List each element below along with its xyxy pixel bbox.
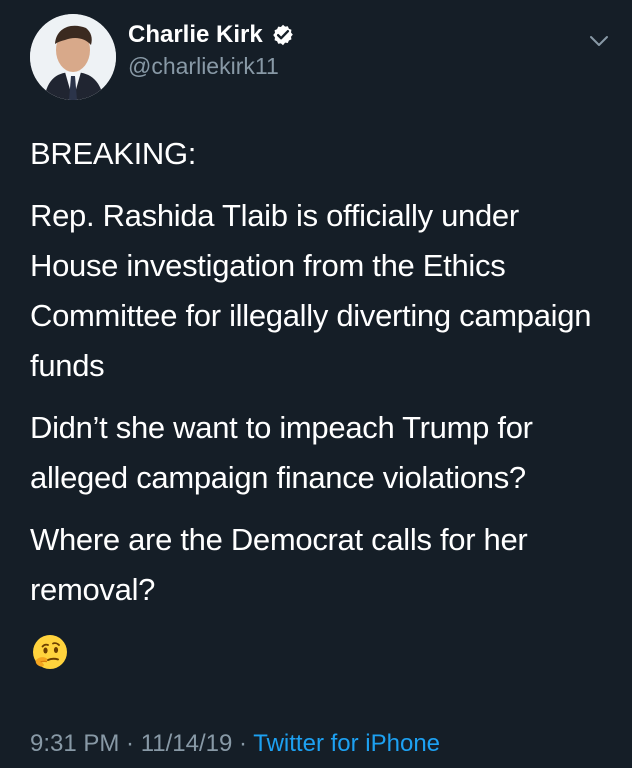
author-avatar[interactable]	[30, 14, 116, 100]
tweet-paragraph-question: Didn’t she want to impeach Trump for all…	[30, 410, 533, 495]
tweet-header: Charlie Kirk @charliekirk11	[30, 14, 612, 100]
author-handle[interactable]: @charliekirk11	[128, 53, 295, 80]
chevron-down-icon[interactable]	[586, 28, 612, 54]
tweet-paragraph-breaking: BREAKING:	[30, 136, 197, 171]
thinking-face-icon	[31, 633, 69, 671]
tweet-body: BREAKING: Rep. Rashida Tlaib is official…	[30, 129, 610, 627]
meta-separator: ·	[239, 730, 248, 757]
author-info: Charlie Kirk @charliekirk11	[128, 20, 295, 80]
tweet-source-link[interactable]: Twitter for iPhone	[253, 730, 440, 757]
tweet-paragraph-investigation: Rep. Rashida Tlaib is officially under H…	[30, 198, 592, 383]
author-name-row: Charlie Kirk	[128, 20, 295, 50]
verified-badge-icon	[271, 23, 295, 47]
tweet-paragraph-removal: Where are the Democrat calls for her rem…	[30, 522, 528, 607]
author-display-name[interactable]: Charlie Kirk	[128, 21, 263, 49]
tweet-meta: 9:31 PM · 11/14/19 · Twitter for iPhone	[30, 730, 440, 758]
tweet-card: Charlie Kirk @charliekirk11 BREAKING: Re…	[0, 0, 632, 768]
tweet-timestamp[interactable]: 9:31 PM · 11/14/19	[30, 730, 232, 757]
